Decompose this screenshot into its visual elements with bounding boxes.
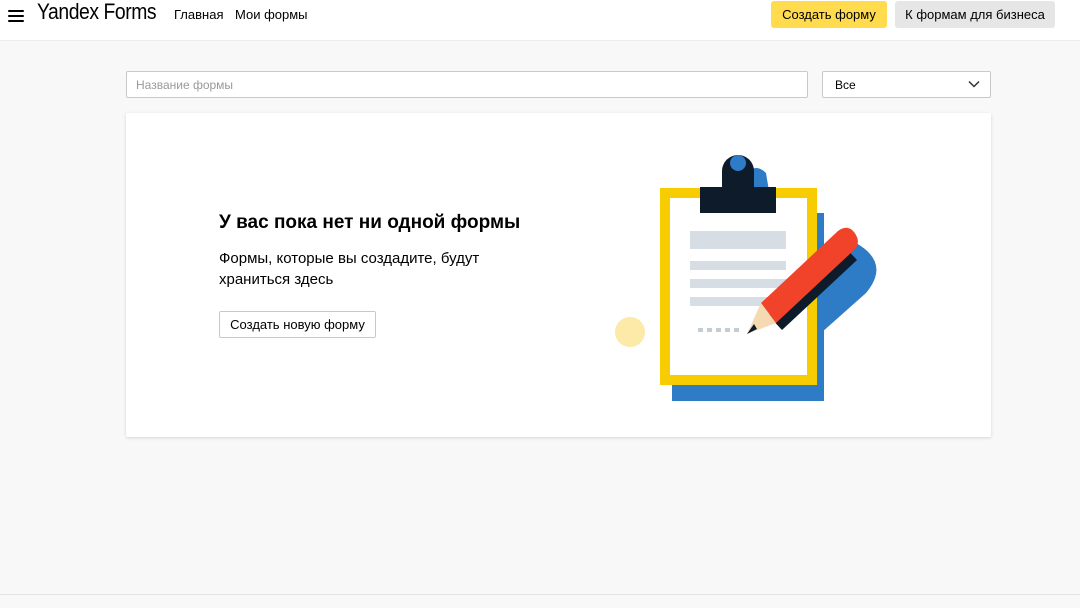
business-forms-button[interactable]: К формам для бизнеса	[895, 1, 1055, 28]
logo[interactable]: Yandex Forms	[37, 0, 157, 26]
filter-select-value: Все	[835, 78, 856, 92]
decor-dot	[615, 317, 645, 347]
footer-divider	[0, 594, 1080, 595]
hamburger-menu-icon[interactable]	[8, 8, 24, 24]
empty-state-text: Формы, которые вы создадите, будут храни…	[219, 250, 480, 288]
empty-state-title: У вас пока нет ни одной формы	[219, 212, 521, 233]
top-bar: Yandex Forms Главная Мои формы Создать ф…	[0, 0, 1080, 41]
clipboard-clip	[700, 187, 776, 213]
nav-link-home[interactable]: Главная	[174, 7, 223, 23]
nav-link-my-forms[interactable]: Мои формы	[235, 7, 308, 23]
create-new-form-button[interactable]: Создать новую форму	[219, 311, 376, 338]
chevron-down-icon	[968, 80, 980, 88]
create-form-button[interactable]: Создать форму	[771, 1, 887, 28]
clipboard-pencil-illustration	[615, 155, 877, 401]
filter-select[interactable]: Все	[822, 71, 991, 98]
empty-state-card: У вас пока нет ни одной формы Формы, кот…	[126, 113, 991, 437]
search-input[interactable]	[126, 71, 808, 98]
